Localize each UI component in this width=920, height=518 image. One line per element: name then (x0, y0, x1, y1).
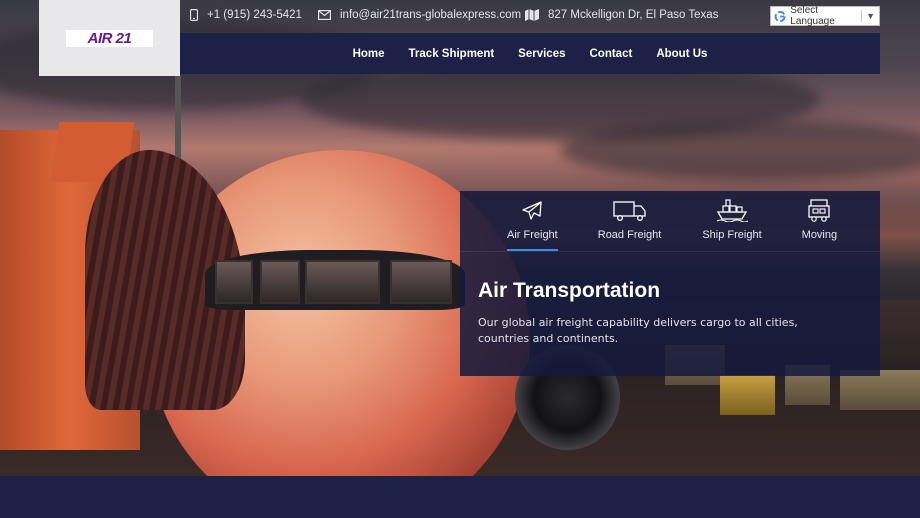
tab-ship-freight[interactable]: Ship Freight (702, 191, 762, 251)
address-text: 827 Mckelligon Dr, El Paso Texas (548, 9, 719, 21)
bottom-band (0, 476, 920, 518)
google-g-icon (774, 10, 786, 22)
nav-item-about-us[interactable]: About Us (656, 48, 707, 60)
language-select-divider (861, 10, 863, 22)
moving-truck-icon (808, 199, 831, 222)
email-address: info@air21trans-globalexpress.com (340, 9, 522, 21)
chevron-down-icon: ▼ (866, 11, 875, 21)
language-select[interactable]: Select Language ▼ (770, 5, 880, 27)
envelope-icon (318, 10, 331, 20)
phone-icon (190, 9, 198, 21)
tab-road-freight-label: Road Freight (597, 229, 662, 241)
logo-container[interactable]: AIR 21 (39, 0, 180, 76)
tab-air-freight-label: Air Freight (507, 229, 558, 241)
nav-item-contact[interactable]: Contact (590, 48, 633, 60)
truck-icon (612, 201, 646, 221)
tab-moving-label: Moving (801, 229, 838, 241)
brand-logo[interactable]: AIR 21 (66, 30, 153, 47)
panel-description: Our global air freight capability delive… (478, 316, 798, 345)
plane-icon (522, 201, 543, 220)
transport-services-panel: Air Freight Road Freight Ship Freight Mo… (460, 191, 880, 376)
email-info[interactable]: info@air21trans-globalexpress.com (318, 9, 521, 21)
language-select-label: Select Language (790, 5, 835, 27)
tab-ship-freight-label: Ship Freight (702, 229, 762, 241)
nav-item-track-shipment[interactable]: Track Shipment (409, 48, 495, 60)
phone-info[interactable]: +1 (915) 243-5421 (190, 9, 302, 21)
nav-item-home[interactable]: Home (353, 48, 385, 60)
panel-title: Air Transportation (478, 279, 661, 302)
map-icon (525, 9, 539, 21)
tab-moving[interactable]: Moving (802, 191, 837, 251)
phone-number: +1 (915) 243-5421 (207, 9, 302, 21)
nav-item-services[interactable]: Services (518, 48, 565, 60)
ship-icon (716, 199, 748, 222)
tab-air-freight[interactable]: Air Freight (507, 191, 558, 251)
service-tabs: Air Freight Road Freight Ship Freight Mo… (460, 191, 880, 252)
tab-road-freight[interactable]: Road Freight (597, 191, 662, 251)
brand-logo-text: AIR 21 (87, 30, 132, 47)
address-info: 827 Mckelligon Dr, El Paso Texas (525, 9, 718, 21)
main-navbar: Home Track Shipment Services Contact Abo… (180, 33, 880, 74)
